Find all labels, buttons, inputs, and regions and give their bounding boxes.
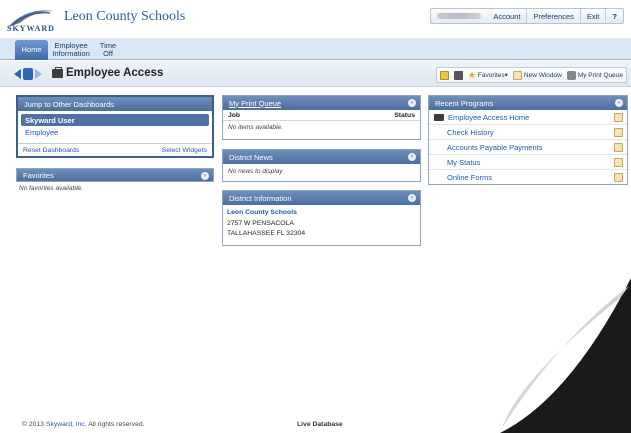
exit-link[interactable]: Exit: [581, 9, 607, 23]
page-toolbar: ★ Favorites▾ New Window My Print Queue: [435, 67, 627, 83]
new-window-button[interactable]: New Window: [512, 70, 562, 80]
briefcase-icon: [52, 67, 63, 78]
username-redacted: [437, 13, 482, 19]
district-news-title: District News: [229, 152, 273, 162]
open-new-window-icon[interactable]: [614, 113, 623, 122]
open-new-window-icon[interactable]: [614, 158, 623, 167]
district-info-panel: District Information › Leon County Schoo…: [222, 190, 421, 246]
recent-program-label: Employee Access Home: [448, 112, 530, 122]
recent-program-employee-access-home[interactable]: Employee Access Home: [429, 110, 627, 125]
copyright-suffix: All rights reserved.: [88, 421, 145, 428]
my-print-queue-button[interactable]: My Print Queue: [566, 70, 623, 80]
jump-panel-header: Jump to Other Dashboards: [18, 97, 212, 111]
back-arrow-icon[interactable]: [14, 69, 21, 79]
district-address-line2: TALLAHASSEE FL 32304: [227, 230, 306, 237]
favorites-panel: Favorites › No favorites available.: [16, 168, 214, 198]
new-window-icon: [512, 70, 522, 80]
copyright: © 2013 Skyward, Inc. All rights reserved…: [22, 421, 145, 428]
home-icon[interactable]: [23, 68, 33, 80]
collapse-icon[interactable]: ›: [201, 172, 209, 180]
column-job: Job: [228, 111, 241, 119]
reset-dashboards-link[interactable]: Reset Dashboards: [23, 147, 79, 154]
tab-bar: Home Employee Information Time Off: [0, 38, 631, 60]
tab-home[interactable]: Home: [15, 40, 48, 60]
copyright-prefix: © 2013: [22, 421, 45, 428]
district-info-title: District Information: [229, 193, 292, 203]
new-window-label: New Window: [523, 71, 562, 79]
print-queue-title[interactable]: My Print Queue: [229, 99, 281, 108]
print-queue-empty: No items available.: [228, 124, 283, 131]
recent-programs-title: Recent Programs: [435, 98, 494, 108]
recent-program-online-forms[interactable]: Online Forms: [429, 170, 627, 185]
collapse-icon[interactable]: ›: [408, 153, 416, 161]
jump-dashboards-panel: Jump to Other Dashboards Skyward User Em…: [16, 95, 214, 158]
print-queue-columns: Job Status: [223, 110, 420, 121]
dashboard-skyward-user[interactable]: Skyward User: [21, 114, 209, 126]
open-new-window-icon[interactable]: [614, 143, 623, 152]
user-nav: Account Preferences Exit ?: [430, 8, 624, 24]
collapse-icon[interactable]: ›: [408, 194, 416, 202]
recent-program-my-status[interactable]: My Status: [429, 155, 627, 170]
recent-program-label: Check History: [447, 127, 494, 137]
account-link[interactable]: Account: [487, 9, 528, 23]
school-name: Leon County Schools: [64, 9, 186, 24]
district-news-empty: No news to display: [228, 168, 283, 175]
forward-arrow-icon[interactable]: [35, 69, 42, 79]
collapse-icon[interactable]: ›: [615, 99, 623, 107]
recent-program-accounts-payable[interactable]: Accounts Payable Payments: [429, 140, 627, 155]
tab-employee-information[interactable]: Employee Information: [49, 40, 93, 60]
open-new-window-icon[interactable]: [614, 173, 623, 182]
jump-panel-footer: Reset Dashboards Select Widgets: [18, 143, 212, 156]
favorites-header: Favorites ›: [16, 168, 214, 182]
notepad-icon[interactable]: [439, 70, 449, 80]
district-news-panel: District News › No news to display: [222, 149, 421, 182]
favorites-title: Favorites: [23, 170, 54, 180]
recent-program-label: My Status: [447, 157, 481, 167]
recent-programs-header: Recent Programs ›: [429, 96, 627, 110]
district-address-line1: 2757 W PENSACOLA: [227, 219, 294, 227]
recent-program-label: Accounts Payable Payments: [447, 142, 543, 152]
my-print-queue-label: My Print Queue: [577, 71, 623, 79]
footer: © 2013 Skyward, Inc. All rights reserved…: [0, 418, 631, 433]
favorites-menu[interactable]: ★ Favorites▾: [468, 70, 508, 81]
select-widgets-link[interactable]: Select Widgets: [162, 147, 207, 154]
database-label: Live Database: [297, 421, 343, 428]
district-name: Leon County Schools: [227, 209, 297, 216]
recent-programs-panel: Recent Programs › Employee Access Home C…: [428, 95, 628, 185]
tab-time-off[interactable]: Time Off: [94, 40, 122, 60]
logo-wordmark: SKYWARD: [7, 24, 55, 33]
printer-icon: [566, 70, 576, 80]
district-info-body: Leon County Schools 2757 W PENSACOLA TAL…: [223, 205, 420, 243]
briefcase-toolbar-icon[interactable]: [453, 70, 463, 80]
print-queue-panel: My Print Queue › Job Status No items ava…: [222, 95, 421, 140]
open-new-window-icon[interactable]: [614, 128, 623, 137]
recent-program-check-history[interactable]: Check History: [429, 125, 627, 140]
nav-arrows: [14, 68, 42, 80]
print-queue-header: My Print Queue ›: [223, 96, 420, 110]
page-curl-graphic: [500, 278, 631, 433]
favorites-empty: No favorites available.: [19, 185, 83, 192]
column-status: Status: [394, 111, 415, 119]
district-news-header: District News ›: [223, 150, 420, 164]
dashboard-employee[interactable]: Employee: [18, 126, 212, 139]
help-icon[interactable]: ?: [606, 9, 623, 23]
briefcase-icon: [434, 113, 444, 121]
recent-program-label: Online Forms: [447, 173, 493, 182]
star-icon: ★: [467, 69, 476, 80]
favorites-label: Favorites▾: [477, 72, 508, 79]
skyward-link[interactable]: Skyward, Inc.: [46, 421, 87, 428]
title-bar: Employee Access ★ Favorites▾ New Window …: [0, 61, 631, 87]
district-info-header: District Information ›: [223, 191, 420, 205]
collapse-icon[interactable]: ›: [408, 99, 416, 107]
header: SKYWARD Leon County Schools Account Pref…: [0, 0, 631, 38]
preferences-link[interactable]: Preferences: [527, 9, 581, 23]
page-title: Employee Access: [66, 67, 164, 79]
